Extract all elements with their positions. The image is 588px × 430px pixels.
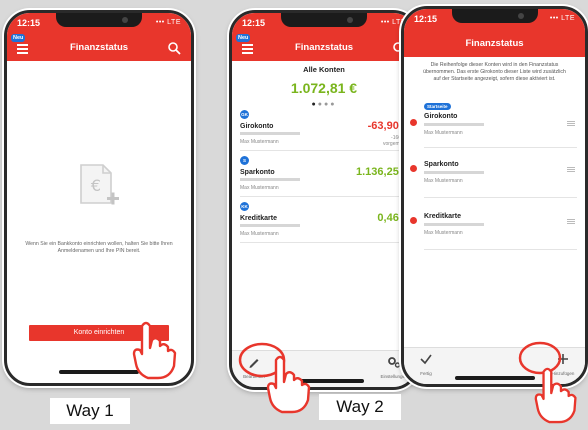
account-number-mask xyxy=(424,223,484,226)
status-time: 12:15 xyxy=(17,18,41,28)
phone-way-2: 12:15 ••• LTE Neu Finanzstatus Alle Kont… xyxy=(229,10,419,390)
account-name: Sparkonto xyxy=(240,169,275,176)
total-balance: Alle Konten 1.072,81 € ●●●● xyxy=(232,65,416,108)
app-bar: Neu Finanzstatus xyxy=(7,34,191,61)
delete-icon[interactable] xyxy=(410,165,417,172)
app-bar: Finanzstatus xyxy=(404,31,585,57)
account-name: Kreditkarte xyxy=(240,215,277,222)
status-time: 12:15 xyxy=(242,18,266,28)
startseite-badge: Startseite xyxy=(424,103,451,110)
pointing-hand-icon xyxy=(262,352,322,416)
account-holder: Max Mustermann xyxy=(240,231,279,237)
reorder-row-sparkonto[interactable]: Sparkonto Max Mustermann xyxy=(410,153,577,198)
empty-state-text: Wenn Sie ein Bankkonto einrichten wollen… xyxy=(25,241,173,254)
total-label: Alle Konten xyxy=(303,65,345,74)
checkmark-icon xyxy=(420,354,432,365)
account-number-mask xyxy=(240,178,300,181)
account-holder: Max Mustermann xyxy=(240,185,279,191)
drag-handle-icon[interactable] xyxy=(567,219,575,224)
delete-icon[interactable] xyxy=(410,217,417,224)
account-row-sparkonto[interactable]: S Sparkonto Max Mustermann 1.136,25 € xyxy=(240,156,408,197)
account-name: Girokonto xyxy=(240,123,274,130)
drag-handle-icon[interactable] xyxy=(567,167,575,172)
notch xyxy=(451,9,538,23)
account-holder: Max Mustermann xyxy=(424,178,463,184)
done-button[interactable]: Fertig xyxy=(406,352,446,376)
status-bar: 12:15 ••• LTE xyxy=(7,13,191,35)
search-icon xyxy=(168,42,181,55)
new-badge: Neu xyxy=(236,34,251,42)
account-holder: Max Mustermann xyxy=(240,139,279,145)
account-holder: Max Mustermann xyxy=(424,230,463,236)
pointing-hand-icon xyxy=(530,362,588,428)
way-1-label: Way 1 xyxy=(50,398,130,424)
account-name: Girokonto xyxy=(424,113,458,120)
account-row-kreditkarte[interactable]: KK Kreditkarte Max Mustermann 0,46 € xyxy=(240,202,408,243)
delete-icon[interactable] xyxy=(410,119,417,126)
signal-indicator: ••• LTE xyxy=(155,19,181,26)
account-badge: S xyxy=(240,156,249,165)
drag-handle-icon[interactable] xyxy=(567,121,575,126)
signal-indicator: ••• LTE xyxy=(549,15,575,22)
home-indicator xyxy=(59,370,139,374)
app-bar: Neu Finanzstatus xyxy=(232,34,416,61)
page-dots[interactable]: ●●●● xyxy=(232,101,416,108)
reorder-info-text: Die Reihenfolge dieser Konten wird in de… xyxy=(423,62,566,82)
account-number-mask xyxy=(240,132,300,135)
account-name: Sparkonto xyxy=(424,161,459,168)
account-number-mask xyxy=(240,224,300,227)
reorder-row-kreditkarte[interactable]: Kreditkarte Max Mustermann xyxy=(410,205,577,250)
pointing-hand-icon xyxy=(128,318,188,382)
account-name: Kreditkarte xyxy=(424,213,461,220)
way-2-label: Way 2 xyxy=(319,394,401,420)
account-badge: KK xyxy=(240,202,249,211)
add-account-document-icon: € xyxy=(77,163,121,211)
done-label: Fertig xyxy=(420,371,432,376)
account-row-girokonto[interactable]: GK Girokonto Max Mustermann -63,90 € -16… xyxy=(240,110,408,151)
svg-text:€: € xyxy=(91,176,101,195)
account-number-mask xyxy=(424,171,484,174)
status-bar: 12:15 ••• LTE xyxy=(232,13,416,35)
account-holder: Max Mustermann xyxy=(424,130,463,136)
notch xyxy=(281,13,367,27)
phone-reorder: 12:15 ••• LTE Finanzstatus Die Reihenfol… xyxy=(401,6,588,387)
new-badge: Neu xyxy=(11,34,26,42)
account-badge: GK xyxy=(240,110,249,119)
status-time: 12:15 xyxy=(414,14,438,24)
gears-icon xyxy=(388,357,401,368)
page-title: Finanzstatus xyxy=(294,42,354,53)
page-title: Finanzstatus xyxy=(465,38,524,49)
notch xyxy=(56,13,142,27)
status-bar: 12:15 ••• LTE xyxy=(404,9,585,31)
account-number-mask xyxy=(424,123,484,126)
reorder-row-girokonto[interactable]: Startseite Girokonto Max Mustermann xyxy=(410,103,577,148)
total-amount: 1.072,81 € xyxy=(290,80,358,96)
search-button[interactable] xyxy=(167,41,181,55)
page-title: Finanzstatus xyxy=(69,42,129,53)
